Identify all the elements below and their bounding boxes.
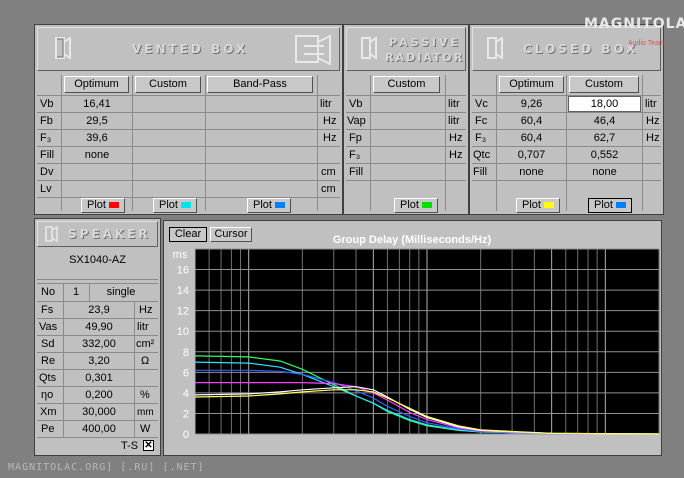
speaker-vas-value[interactable]: 49,90 bbox=[64, 319, 134, 336]
x-tick-label: 50 bbox=[367, 438, 379, 439]
vented-optimum-button[interactable]: Optimum bbox=[64, 76, 129, 93]
vented-box-title: VENTED BOX bbox=[132, 42, 249, 56]
passive-row-fp-label: Fp bbox=[349, 132, 362, 144]
passive-row-vb-unit: litr bbox=[448, 98, 460, 110]
y-tick-label: 10 bbox=[177, 326, 189, 338]
vented-box-header: VENTED BOX bbox=[37, 27, 340, 71]
speaker-re-label: Re bbox=[41, 355, 56, 367]
plot-color-swatch bbox=[421, 202, 432, 209]
closed-row-vc-label: Vc bbox=[475, 98, 488, 110]
speaker-pe-label: Pe bbox=[41, 423, 55, 435]
speaker-xm-label: Xm bbox=[40, 406, 57, 418]
speaker-icon bbox=[45, 225, 58, 243]
speaker-vas-label: Vas bbox=[39, 321, 58, 333]
y-tick-label: 16 bbox=[177, 265, 189, 277]
passive-custom-button[interactable]: Custom bbox=[373, 76, 440, 93]
speaker-eta-value[interactable]: 0,200 bbox=[64, 387, 134, 404]
closed-box-panel: CLOSED BOX Optimum Custom Vc 9,26 18,00 … bbox=[469, 24, 664, 215]
x-tick-label: 100 bbox=[418, 438, 436, 439]
passive-row-fill-label: Fill bbox=[349, 166, 364, 178]
speaker-panel: SPEAKER SX1040-AZ No 1 single Fs 23,9 Hz… bbox=[34, 218, 161, 456]
closed-custom-button[interactable]: Custom bbox=[569, 76, 639, 93]
speaker-no-mode[interactable]: single bbox=[91, 284, 151, 301]
y-tick-label: 14 bbox=[177, 285, 189, 297]
chart-title: Group Delay (Milliseconds/Hz) bbox=[333, 234, 492, 246]
ts-checkbox[interactable]: ✕ bbox=[143, 440, 154, 451]
closed-row-qtc-label: Qtc bbox=[473, 149, 491, 161]
vented-optimum-plot-button[interactable]: Plot bbox=[81, 198, 125, 213]
speaker-fs-label: Fs bbox=[41, 304, 54, 316]
speaker-qts-label: Qts bbox=[39, 372, 57, 384]
speaker-eta-label: ηo bbox=[41, 389, 54, 401]
y-tick-label: 2 bbox=[183, 408, 189, 420]
y-tick-label: 12 bbox=[177, 306, 189, 318]
vented-bandpass-plot-button[interactable]: Plot bbox=[247, 198, 291, 213]
ts-label: T-S bbox=[121, 440, 139, 452]
x-tick-label: 5 Hz bbox=[187, 438, 210, 439]
vented-bandpass-button[interactable]: Band-Pass bbox=[207, 76, 313, 93]
y-tick-label: 6 bbox=[183, 367, 189, 379]
vented-box-icon bbox=[295, 34, 331, 66]
x-tick-label: 2000 bbox=[636, 438, 660, 439]
passive-plot-button[interactable]: Plot bbox=[394, 198, 438, 213]
y-tick-label: 4 bbox=[183, 388, 189, 400]
speaker-icon bbox=[487, 36, 503, 60]
passive-row-f3-label: F₃ bbox=[349, 149, 361, 161]
magnitola-logo-sub: Audio Team bbox=[628, 40, 665, 47]
speaker-re-value[interactable]: 3,20 bbox=[64, 353, 134, 370]
speaker-sd-label: Sd bbox=[41, 338, 55, 350]
x-tick-label: 1000 bbox=[593, 438, 617, 439]
chart-y-axis-label: ms bbox=[173, 249, 188, 261]
vented-custom-button[interactable]: Custom bbox=[135, 76, 201, 93]
passive-radiator-header: PASSIVE RADIATOR bbox=[346, 27, 466, 71]
x-tick-label: 10 bbox=[243, 438, 255, 439]
plot-color-swatch bbox=[274, 202, 285, 209]
speaker-qts-value[interactable]: 0,301 bbox=[64, 370, 134, 387]
speaker-model[interactable]: SX1040-AZ bbox=[37, 249, 158, 280]
passive-radiator-panel: PASSIVE RADIATOR Custom Vb litr Vap litr… bbox=[343, 24, 469, 215]
chart-y-ticks: 0246810121416 bbox=[177, 265, 189, 439]
footer-text: MAGNITOLAC.ORG] [.RU] [.NET] bbox=[8, 462, 205, 473]
speaker-no-label: No bbox=[41, 286, 56, 298]
closed-box-header: CLOSED BOX bbox=[472, 27, 661, 71]
speaker-fs-value[interactable]: 23,9 bbox=[64, 302, 134, 319]
passive-row-fp-unit: Hz bbox=[449, 132, 463, 144]
x-tick-label: 500 bbox=[542, 438, 560, 439]
plot-color-swatch bbox=[108, 202, 119, 209]
magnitola-logo: MAGNITOLA bbox=[584, 16, 684, 32]
closed-custom-plot-button[interactable]: Plot bbox=[588, 198, 632, 213]
closed-row-f3-label: F₃ bbox=[475, 132, 487, 144]
plot-color-swatch bbox=[615, 202, 626, 209]
plot-color-swatch bbox=[180, 202, 191, 209]
speaker-icon bbox=[361, 36, 377, 60]
speaker-icon bbox=[55, 36, 71, 60]
vented-custom-plot-button[interactable]: Plot bbox=[153, 198, 197, 213]
chart-panel: Clear Cursor 0246810121416 5 Hz105010050… bbox=[163, 220, 662, 456]
speaker-pe-value[interactable]: 400,00 bbox=[64, 421, 134, 438]
speaker-header: SPEAKER bbox=[37, 221, 158, 247]
vented-box-panel: VENTED BOX Optimum Custom Band-Pass Vb 1… bbox=[34, 24, 343, 215]
passive-radiator-title-1: PASSIVE bbox=[389, 36, 462, 49]
closed-vc-custom[interactable]: 18,00 bbox=[567, 96, 642, 113]
closed-optimum-button[interactable]: Optimum bbox=[499, 76, 564, 93]
speaker-title: SPEAKER bbox=[68, 227, 151, 241]
y-tick-label: 8 bbox=[183, 347, 189, 359]
chart-x-ticks: 5 Hz 10 50 100 500 1000 2000 bbox=[187, 438, 660, 439]
speaker-no-value[interactable]: 1 bbox=[65, 284, 87, 301]
closed-box-title: CLOSED BOX bbox=[523, 42, 639, 56]
closed-row-fc-label: Fc bbox=[475, 115, 488, 127]
passive-row-f3-unit: Hz bbox=[449, 149, 463, 161]
closed-optimum-plot-button[interactable]: Plot bbox=[516, 198, 560, 213]
passive-row-vap-label: Vap bbox=[347, 115, 366, 127]
speaker-sd-value[interactable]: 332,00 bbox=[64, 336, 134, 353]
closed-vc-optimum[interactable]: 9,26 bbox=[497, 96, 566, 113]
plot-color-swatch bbox=[543, 202, 554, 209]
passive-row-vb-label: Vb bbox=[349, 98, 363, 110]
speaker-xm-value[interactable]: 30,000 bbox=[64, 404, 134, 421]
closed-row-fill-label: Fill bbox=[473, 166, 488, 178]
group-delay-chart[interactable]: 0246810121416 5 Hz105010050010002000 Gro… bbox=[164, 229, 661, 439]
passive-radiator-title-2: RADIATOR bbox=[385, 51, 465, 64]
passive-row-vap-unit: litr bbox=[448, 115, 460, 127]
